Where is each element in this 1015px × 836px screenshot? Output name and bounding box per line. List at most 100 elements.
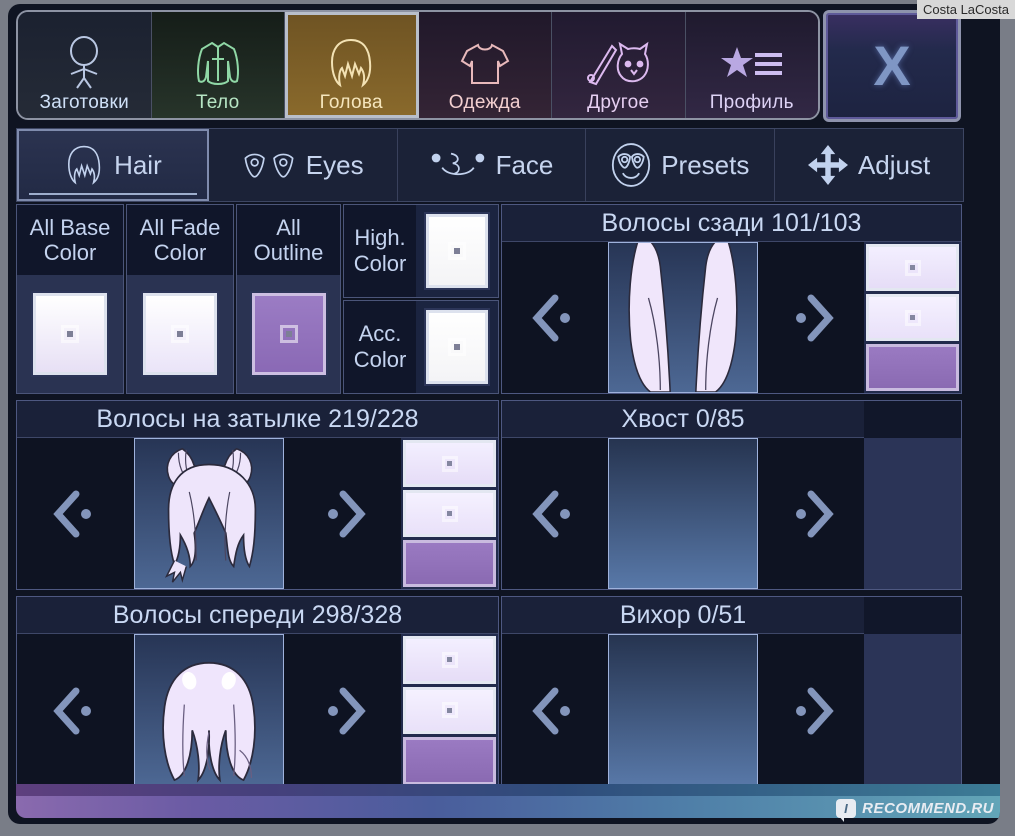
color-swatch[interactable] bbox=[426, 214, 488, 288]
next-button[interactable] bbox=[284, 634, 401, 787]
item-fade-color-swatch[interactable] bbox=[403, 489, 496, 538]
previous-arrow-icon bbox=[52, 687, 91, 734]
previous-button[interactable] bbox=[502, 438, 608, 589]
item-title: Вихор 0/51 bbox=[502, 597, 864, 634]
item-base-color-swatch[interactable] bbox=[403, 636, 496, 684]
category-tab-label: Голова bbox=[319, 92, 383, 113]
highlight-color-control[interactable]: High. Color bbox=[343, 204, 499, 298]
item-fade-color-swatch[interactable] bbox=[403, 686, 496, 735]
subtab-presets[interactable]: Presets bbox=[586, 129, 776, 201]
subtab-label: Adjust bbox=[857, 149, 931, 180]
item-preview[interactable] bbox=[134, 634, 284, 787]
swatch-center-dot bbox=[279, 325, 298, 343]
label-line-2: Color bbox=[353, 347, 407, 372]
category-tab-label: Профиль bbox=[709, 92, 794, 113]
item-panel-back-head-hair: Волосы на затылке 219/228 bbox=[16, 400, 499, 590]
category-tab-drugoe[interactable]: Другое bbox=[552, 12, 686, 118]
subtab-bar: Hair Eyes Face Presets Adjust bbox=[16, 128, 964, 202]
face-icon bbox=[430, 150, 486, 180]
swatch-center-dot bbox=[61, 325, 79, 343]
previous-button[interactable] bbox=[502, 634, 608, 787]
all-fade-color-label: All Fade Color bbox=[127, 205, 233, 275]
next-button[interactable] bbox=[758, 242, 864, 393]
item-swatch-column-empty bbox=[864, 634, 961, 787]
star-list-icon bbox=[720, 34, 783, 92]
costa-lacosta-watermark: Costa LaCosta bbox=[917, 0, 1015, 19]
category-tab-zagotovki[interactable]: Заготовки bbox=[18, 12, 152, 118]
color-swatch[interactable] bbox=[251, 293, 326, 375]
item-preview[interactable] bbox=[608, 242, 758, 393]
next-arrow-icon bbox=[327, 490, 366, 537]
all-outline-control[interactable]: All Outline bbox=[236, 204, 341, 394]
item-preview[interactable] bbox=[608, 634, 758, 787]
item-outline-color-swatch[interactable] bbox=[866, 343, 959, 391]
swatch-wrapper bbox=[127, 275, 233, 393]
item-panel-back-hair: Волосы сзади 101/103 bbox=[501, 204, 962, 394]
label-line-2: Color bbox=[153, 240, 207, 265]
item-swatch-column-empty bbox=[864, 438, 961, 589]
label-line-2: Color bbox=[43, 240, 97, 265]
color-swatch[interactable] bbox=[143, 293, 217, 375]
item-title: Волосы сзади 101/103 bbox=[502, 205, 961, 242]
accessory-color-control[interactable]: Acc. Color bbox=[343, 300, 499, 394]
category-tab-label: Другое bbox=[587, 92, 650, 113]
item-base-color-swatch[interactable] bbox=[866, 244, 959, 292]
adjust-icon bbox=[807, 145, 848, 185]
all-fade-color-control[interactable]: All Fade Color bbox=[126, 204, 234, 394]
hair-icon bbox=[64, 143, 104, 187]
item-title: Хвост 0/85 bbox=[502, 401, 864, 438]
accessory-color-label: Acc. Color bbox=[344, 301, 416, 393]
item-fade-color-swatch[interactable] bbox=[866, 293, 959, 342]
label-line-1: All Base bbox=[29, 215, 111, 240]
highlight-color-label: High. Color bbox=[344, 205, 416, 297]
recommend-watermark-text: RECOMMEND.RU bbox=[862, 800, 994, 817]
item-swatch-column bbox=[401, 634, 498, 787]
recommend-badge-icon: I bbox=[836, 799, 857, 822]
subtab-label: Eyes bbox=[305, 149, 364, 180]
presets-icon bbox=[611, 142, 651, 188]
chibi-body-icon bbox=[62, 34, 106, 92]
item-outline-color-swatch[interactable] bbox=[403, 737, 496, 785]
all-base-color-control[interactable]: All Base Color bbox=[16, 204, 124, 394]
item-preview[interactable] bbox=[134, 438, 284, 589]
subtab-hair[interactable]: Hair bbox=[17, 129, 209, 201]
category-tab-profil[interactable]: Профиль bbox=[685, 12, 818, 118]
recommend-watermark: I RECOMMEND.RU bbox=[836, 799, 994, 822]
item-preview[interactable] bbox=[608, 438, 758, 589]
subtab-face[interactable]: Face bbox=[398, 129, 587, 201]
device-frame: Заготовки Тело Голова Одежда Другое Проф… bbox=[0, 0, 1015, 836]
previous-arrow-icon bbox=[532, 687, 570, 734]
next-arrow-icon bbox=[327, 687, 366, 734]
previous-arrow-icon bbox=[52, 490, 91, 537]
item-swatch-column bbox=[864, 242, 961, 393]
close-button[interactable]: X bbox=[823, 10, 961, 122]
label-line-1: All Fade bbox=[139, 215, 221, 240]
swatch-center-dot bbox=[448, 242, 466, 260]
color-swatch[interactable] bbox=[426, 310, 488, 384]
label-line-2: Outline bbox=[253, 240, 324, 265]
subtab-adjust[interactable]: Adjust bbox=[775, 129, 963, 201]
next-button[interactable] bbox=[758, 634, 864, 787]
swatch-center-dot bbox=[904, 259, 921, 276]
category-tab-telo[interactable]: Тело bbox=[151, 12, 285, 118]
next-button[interactable] bbox=[758, 438, 864, 589]
previous-button[interactable] bbox=[502, 242, 608, 393]
category-tab-golova[interactable]: Голова bbox=[285, 12, 419, 118]
label-line-2: Color bbox=[353, 251, 407, 276]
next-arrow-icon bbox=[796, 687, 834, 734]
all-outline-label: All Outline bbox=[237, 205, 340, 275]
label-line-1: High. bbox=[354, 225, 406, 250]
item-outline-color-swatch[interactable] bbox=[403, 539, 496, 587]
category-tab-label: Тело bbox=[195, 92, 240, 113]
sword-cat-icon bbox=[586, 34, 650, 92]
item-base-color-swatch[interactable] bbox=[403, 440, 496, 488]
next-button[interactable] bbox=[284, 438, 401, 589]
category-tab-odezhda[interactable]: Одежда bbox=[418, 12, 552, 118]
color-swatch[interactable] bbox=[33, 293, 107, 375]
swatch-wrapper bbox=[17, 275, 123, 393]
item-title: Волосы спереди 298/328 bbox=[17, 597, 498, 634]
all-base-color-label: All Base Color bbox=[17, 205, 123, 275]
subtab-eyes[interactable]: Eyes bbox=[209, 129, 398, 201]
previous-button[interactable] bbox=[17, 438, 134, 589]
previous-button[interactable] bbox=[17, 634, 134, 787]
